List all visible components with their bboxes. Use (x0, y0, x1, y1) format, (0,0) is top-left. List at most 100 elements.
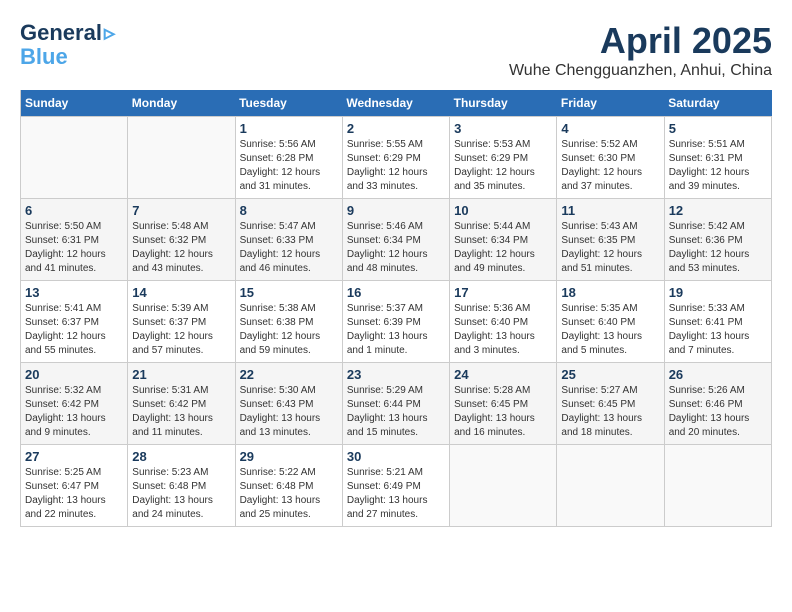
calendar-cell (664, 445, 771, 527)
day-info: Sunrise: 5:42 AMSunset: 6:36 PMDaylight:… (669, 220, 767, 276)
day-number: 27 (25, 449, 123, 464)
weekday-header-row: SundayMondayTuesdayWednesdayThursdayFrid… (21, 90, 772, 117)
calendar-cell (21, 117, 128, 199)
day-info: Sunrise: 5:23 AMSunset: 6:48 PMDaylight:… (132, 466, 230, 522)
calendar-cell: 7 Sunrise: 5:48 AMSunset: 6:32 PMDaylight… (128, 199, 235, 281)
day-number: 11 (561, 203, 659, 218)
day-info: Sunrise: 5:47 AMSunset: 6:33 PMDaylight:… (240, 220, 338, 276)
day-number: 28 (132, 449, 230, 464)
calendar-cell (128, 117, 235, 199)
day-number: 8 (240, 203, 338, 218)
calendar-cell: 5Sunrise: 5:51 AMSunset: 6:31 PMDaylight… (664, 117, 771, 199)
day-info: Sunrise: 5:37 AMSunset: 6:39 PMDaylight:… (347, 302, 445, 358)
calendar-cell (557, 445, 664, 527)
weekday-header-saturday: Saturday (664, 90, 771, 117)
day-number: 30 (347, 449, 445, 464)
day-number: 13 (25, 285, 123, 300)
calendar-cell: 15Sunrise: 5:38 AMSunset: 6:38 PMDayligh… (235, 281, 342, 363)
location-subtitle: Wuhe Chengguanzhen, Anhui, China (509, 62, 772, 80)
calendar-cell: 4 Sunrise: 5:52 AMSunset: 6:30 PMDaylight… (557, 117, 664, 199)
calendar-cell: 18 Sunrise: 5:35 AMSunset: 6:40 PMDayligh… (557, 281, 664, 363)
day-info: Sunrise: 5:26 AMSunset: 6:46 PMDaylight:… (669, 384, 767, 440)
calendar-cell: 12 Sunrise: 5:42 AMSunset: 6:36 PMDayligh… (664, 199, 771, 281)
calendar-cell: 2 Sunrise: 5:55 AMSunset: 6:29 PMDaylight… (342, 117, 449, 199)
day-info: Sunrise: 5:43 AMSunset: 6:35 PMDaylight:… (561, 220, 659, 276)
day-number: 4 (561, 121, 659, 136)
day-info: Sunrise: 5:44 AMSunset: 6:34 PMDaylight:… (454, 220, 552, 276)
calendar-cell: 3 Sunrise: 5:53 AMSunset: 6:29 PMDaylight… (450, 117, 557, 199)
weekday-header-tuesday: Tuesday (235, 90, 342, 117)
calendar-week-row: 27 Sunrise: 5:25 AMSunset: 6:47 PMDayligh… (21, 445, 772, 527)
calendar-cell: 13 Sunrise: 5:41 AMSunset: 6:37 PMDayligh… (21, 281, 128, 363)
calendar-week-row: 13 Sunrise: 5:41 AMSunset: 6:37 PMDayligh… (21, 281, 772, 363)
weekday-header-wednesday: Wednesday (342, 90, 449, 117)
day-number: 12 (669, 203, 767, 218)
day-number: 7 (132, 203, 230, 218)
day-info: Sunrise: 5:27 AMSunset: 6:45 PMDaylight:… (561, 384, 659, 440)
day-number: 29 (240, 449, 338, 464)
weekday-header-sunday: Sunday (21, 90, 128, 117)
day-number: 18 (561, 285, 659, 300)
day-info: Sunrise: 5:56 AMSunset: 6:28 PMDaylight:… (240, 138, 338, 194)
day-info: Sunrise: 5:52 AMSunset: 6:30 PMDaylight:… (561, 138, 659, 194)
calendar-cell: 17Sunrise: 5:36 AMSunset: 6:40 PMDayligh… (450, 281, 557, 363)
day-number: 14 (132, 285, 230, 300)
calendar-cell: 29 Sunrise: 5:22 AMSunset: 6:48 PMDayligh… (235, 445, 342, 527)
day-number: 9 (347, 203, 445, 218)
day-info: Sunrise: 5:50 AMSunset: 6:31 PMDaylight:… (25, 220, 123, 276)
day-number: 5 (669, 121, 767, 136)
day-number: 3 (454, 121, 552, 136)
day-number: 1 (240, 121, 338, 136)
day-number: 22 (240, 367, 338, 382)
logo: General ▹ Blue (20, 20, 115, 68)
weekday-header-friday: Friday (557, 90, 664, 117)
title-area: April 2025 Wuhe Chengguanzhen, Anhui, Ch… (509, 20, 772, 80)
calendar-table: SundayMondayTuesdayWednesdayThursdayFrid… (20, 90, 772, 527)
day-number: 2 (347, 121, 445, 136)
day-info: Sunrise: 5:21 AMSunset: 6:49 PMDaylight:… (347, 466, 445, 522)
day-number: 24 (454, 367, 552, 382)
day-number: 19 (669, 285, 767, 300)
calendar-cell: 10Sunrise: 5:44 AMSunset: 6:34 PMDayligh… (450, 199, 557, 281)
day-info: Sunrise: 5:25 AMSunset: 6:47 PMDaylight:… (25, 466, 123, 522)
day-info: Sunrise: 5:53 AMSunset: 6:29 PMDaylight:… (454, 138, 552, 194)
weekday-header-thursday: Thursday (450, 90, 557, 117)
calendar-cell: 21 Sunrise: 5:31 AMSunset: 6:42 PMDayligh… (128, 363, 235, 445)
day-info: Sunrise: 5:41 AMSunset: 6:37 PMDaylight:… (25, 302, 123, 358)
calendar-cell: 26 Sunrise: 5:26 AMSunset: 6:46 PMDayligh… (664, 363, 771, 445)
day-info: Sunrise: 5:32 AMSunset: 6:42 PMDaylight:… (25, 384, 123, 440)
day-number: 6 (25, 203, 123, 218)
day-number: 20 (25, 367, 123, 382)
calendar-cell (450, 445, 557, 527)
calendar-cell: 14 Sunrise: 5:39 AMSunset: 6:37 PMDayligh… (128, 281, 235, 363)
calendar-cell: 9Sunrise: 5:46 AMSunset: 6:34 PMDaylight… (342, 199, 449, 281)
calendar-cell: 22 Sunrise: 5:30 AMSunset: 6:43 PMDayligh… (235, 363, 342, 445)
day-info: Sunrise: 5:35 AMSunset: 6:40 PMDaylight:… (561, 302, 659, 358)
day-info: Sunrise: 5:36 AMSunset: 6:40 PMDaylight:… (454, 302, 552, 358)
day-info: Sunrise: 5:22 AMSunset: 6:48 PMDaylight:… (240, 466, 338, 522)
calendar-cell: 23Sunrise: 5:29 AMSunset: 6:44 PMDayligh… (342, 363, 449, 445)
day-info: Sunrise: 5:31 AMSunset: 6:42 PMDaylight:… (132, 384, 230, 440)
logo-text: General (20, 22, 102, 44)
day-info: Sunrise: 5:30 AMSunset: 6:43 PMDaylight:… (240, 384, 338, 440)
day-number: 25 (561, 367, 659, 382)
calendar-cell: 11 Sunrise: 5:43 AMSunset: 6:35 PMDayligh… (557, 199, 664, 281)
calendar-cell: 20 Sunrise: 5:32 AMSunset: 6:42 PMDayligh… (21, 363, 128, 445)
day-number: 16 (347, 285, 445, 300)
day-info: Sunrise: 5:39 AMSunset: 6:37 PMDaylight:… (132, 302, 230, 358)
calendar-cell: 28 Sunrise: 5:23 AMSunset: 6:48 PMDayligh… (128, 445, 235, 527)
calendar-cell: 8 Sunrise: 5:47 AMSunset: 6:33 PMDaylight… (235, 199, 342, 281)
calendar-cell: 16 Sunrise: 5:37 AMSunset: 6:39 PMDayligh… (342, 281, 449, 363)
calendar-cell: 30 Sunrise: 5:21 AMSunset: 6:49 PMDayligh… (342, 445, 449, 527)
calendar-week-row: 20 Sunrise: 5:32 AMSunset: 6:42 PMDayligh… (21, 363, 772, 445)
month-year-title: April 2025 (509, 20, 772, 62)
day-number: 21 (132, 367, 230, 382)
calendar-cell: 1 Sunrise: 5:56 AMSunset: 6:28 PMDaylight… (235, 117, 342, 199)
day-number: 26 (669, 367, 767, 382)
day-info: Sunrise: 5:48 AMSunset: 6:32 PMDaylight:… (132, 220, 230, 276)
day-info: Sunrise: 5:55 AMSunset: 6:29 PMDaylight:… (347, 138, 445, 194)
day-info: Sunrise: 5:38 AMSunset: 6:38 PMDaylight:… (240, 302, 338, 358)
calendar-cell: 19Sunrise: 5:33 AMSunset: 6:41 PMDayligh… (664, 281, 771, 363)
weekday-header-monday: Monday (128, 90, 235, 117)
page-header: General ▹ Blue April 2025 Wuhe Chengguan… (20, 20, 772, 80)
